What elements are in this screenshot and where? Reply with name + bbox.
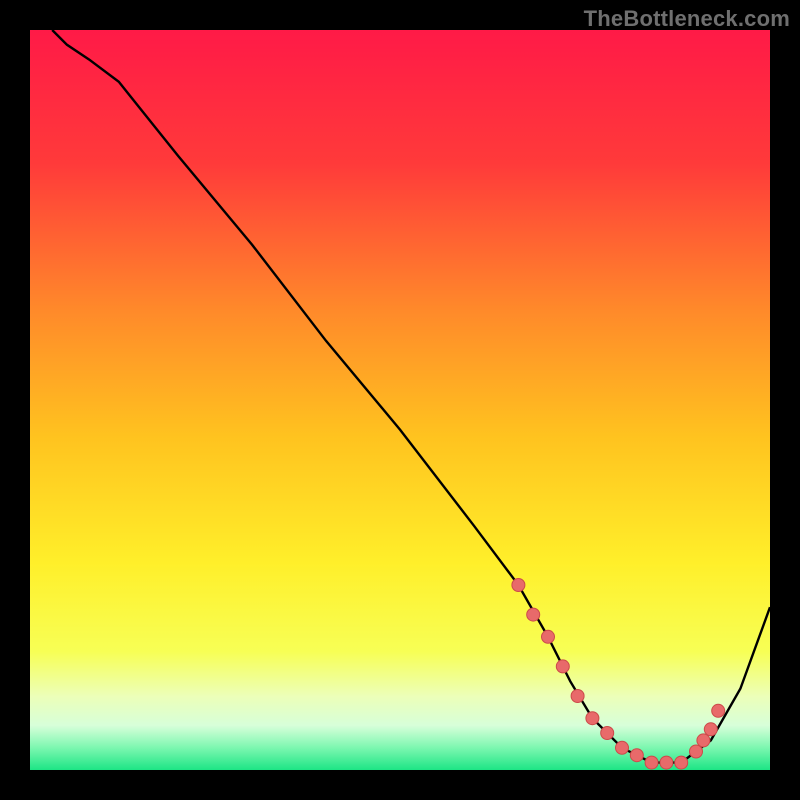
watermark-text: TheBottleneck.com <box>584 6 790 32</box>
marker-dot <box>527 608 540 621</box>
marker-dot <box>630 749 643 762</box>
chart-container: TheBottleneck.com <box>0 0 800 800</box>
marker-dot <box>645 756 658 769</box>
marker-dot <box>690 745 703 758</box>
marker-dot <box>601 727 614 740</box>
marker-dot <box>512 579 525 592</box>
marker-dot <box>586 712 599 725</box>
marker-dot <box>542 630 555 643</box>
marker-dot <box>697 734 710 747</box>
marker-dot <box>712 704 725 717</box>
marker-dot <box>571 690 584 703</box>
marker-dot <box>704 723 717 736</box>
marker-dot <box>660 756 673 769</box>
marker-dot <box>675 756 688 769</box>
bottleneck-chart <box>0 0 800 800</box>
marker-dot <box>556 660 569 673</box>
marker-dot <box>616 741 629 754</box>
plot-background <box>30 30 770 770</box>
